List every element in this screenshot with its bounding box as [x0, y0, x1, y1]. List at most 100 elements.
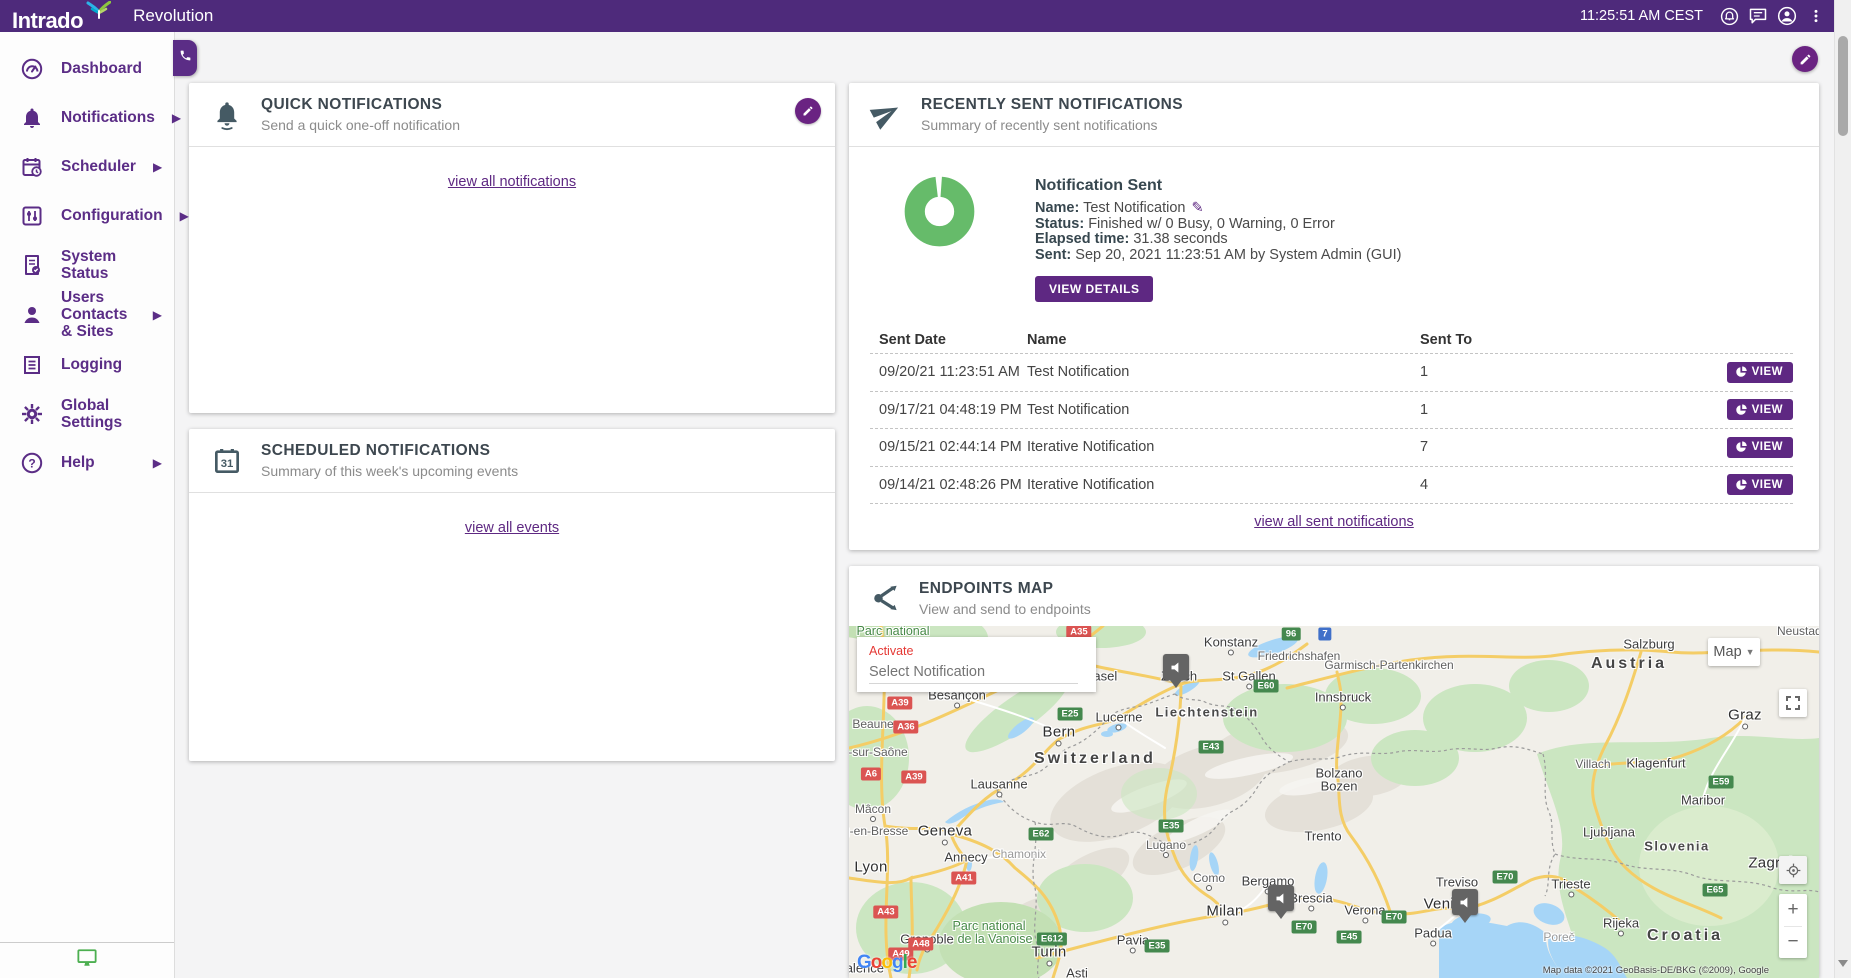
zoom-control: + − [1779, 894, 1807, 958]
map-label: Verona [1344, 903, 1385, 918]
map-label: Milan [1206, 903, 1243, 920]
scrollbar-down-arrow[interactable] [1838, 960, 1848, 972]
map-label: Annecy [944, 850, 987, 865]
monitor-icon[interactable] [76, 948, 98, 973]
map-label: Salzburg [1623, 637, 1674, 652]
clock: 11:25:51 AM CEST [1580, 8, 1703, 24]
sidebar-item-system-status[interactable]: System Status [0, 240, 174, 289]
map-label: Klagenfurt [1626, 756, 1685, 771]
notification-sent-info: Sep 20, 2021 11:23:51 AM by System Admin… [1075, 247, 1401, 263]
map-label: Slovenia [1644, 839, 1709, 854]
recently-sent-panel: RECENTLY SENT NOTIFICATIONS Summary of r… [849, 83, 1819, 550]
map-label: Switzerland [1034, 750, 1156, 768]
map-attribution: Map data ©2021 GeoBasis-DE/BKG (©2009), … [1543, 965, 1769, 976]
road-badge: 96 [1282, 628, 1301, 641]
road-badge: E62 [1029, 828, 1054, 841]
sidebar-item-dashboard[interactable]: Dashboard [0, 44, 174, 93]
view-all-notifications-link[interactable]: view all notifications [448, 174, 576, 190]
sidebar-item-logging[interactable]: Logging [0, 340, 174, 389]
edit-name-icon[interactable]: ✎ [1191, 200, 1203, 216]
bell-icon [20, 106, 44, 130]
panel-subtitle: Summary of this week's upcoming events [261, 463, 518, 479]
scrollbar-thumb[interactable] [1838, 36, 1848, 136]
edit-quick-notifications-button[interactable] [795, 98, 821, 124]
alarm-icon[interactable] [1718, 5, 1740, 27]
kebab-menu-icon[interactable] [1805, 5, 1827, 27]
view-button[interactable]: VIEW [1727, 437, 1793, 458]
speaker-icon [1274, 891, 1289, 906]
endpoint-speaker-marker[interactable] [1163, 654, 1189, 680]
sent-to-cell: 1 [1420, 402, 1660, 418]
scheduled-notifications-panel: 31 SCHEDULED NOTIFICATIONS Summary of th… [189, 429, 835, 761]
map-label: Neustadt [1777, 626, 1819, 638]
col-sent-date: Sent Date [870, 332, 1027, 348]
sidebar-item-notifications[interactable]: Notifications ▶ [0, 93, 174, 142]
sidebar-item-scheduler[interactable]: Scheduler ▶ [0, 142, 174, 191]
google-logo[interactable]: Google [857, 952, 916, 974]
map-label: Lucerne [1096, 710, 1143, 725]
notification-detail: Notification Sent Name: Test Notificatio… [1035, 177, 1401, 302]
view-all-events-link[interactable]: view all events [465, 520, 559, 536]
view-button[interactable]: VIEW [1727, 399, 1793, 420]
dragonfly-icon [85, 1, 111, 24]
account-icon[interactable] [1776, 5, 1798, 27]
endpoint-speaker-marker[interactable] [1268, 885, 1294, 911]
quick-call-tab[interactable] [173, 40, 197, 76]
topbar: Intrado Revolution 11:25:51 AM CEST [0, 0, 1851, 32]
endpoint-speaker-marker[interactable] [1452, 889, 1478, 915]
table-row: 09/15/21 02:44:14 PM Iterative Notificat… [870, 429, 1793, 467]
view-button[interactable]: VIEW [1727, 474, 1793, 495]
sidebar: Dashboard Notifications ▶ Scheduler ▶ Co… [0, 32, 175, 978]
map-type-button[interactable]: Map▼ [1708, 638, 1760, 666]
zoom-in-button[interactable]: + [1779, 894, 1807, 926]
sidebar-item-label: Notifications [61, 109, 155, 126]
road-badge: E45 [1337, 931, 1362, 944]
sent-notifications-table: Sent Date Name Sent To 09/20/21 11:23:51… [870, 326, 1793, 504]
road-badge: E612 [1037, 933, 1067, 946]
sidebar-item-users-contacts-sites[interactable]: Users Contacts & Sites ▶ [0, 289, 174, 340]
send-icon [871, 99, 903, 131]
help-icon: ? [20, 451, 44, 475]
sidebar-item-global-settings[interactable]: Global Settings [0, 389, 174, 438]
map-label: Bolzano [1316, 766, 1363, 781]
panel-subtitle: View and send to endpoints [919, 601, 1091, 617]
map-label: Asti [1066, 966, 1088, 978]
svg-text:?: ? [28, 456, 35, 470]
pie-chart-icon [1735, 404, 1747, 416]
sidebar-item-label: Global Settings [61, 397, 166, 431]
page-scrollbar[interactable] [1834, 0, 1851, 978]
view-all-sent-notifications-link[interactable]: view all sent notifications [1254, 514, 1414, 530]
map-label: de la Vanoise [958, 932, 1033, 946]
edit-dashboard-button[interactable] [1792, 46, 1818, 72]
map-label: Trieste [1551, 877, 1590, 892]
road-badge: E43 [1199, 741, 1224, 754]
sidebar-nav: Dashboard Notifications ▶ Scheduler ▶ Co… [0, 32, 174, 487]
sidebar-item-label: System Status [61, 248, 166, 282]
sidebar-item-configuration[interactable]: Configuration ▶ [0, 191, 174, 240]
select-notification-input[interactable]: Select Notification [869, 664, 1078, 684]
zoom-out-button[interactable]: − [1779, 927, 1807, 959]
my-location-button[interactable] [1779, 856, 1807, 884]
activate-label: Activate [869, 644, 1084, 658]
road-badge: E60 [1254, 680, 1279, 693]
fullscreen-button[interactable] [1779, 689, 1807, 717]
pie-chart-icon [1735, 441, 1747, 453]
col-sent-to: Sent To [1420, 332, 1660, 348]
logging-icon [20, 353, 44, 377]
view-button[interactable]: VIEW [1727, 362, 1793, 383]
chevron-right-icon: ▶ [153, 456, 162, 470]
notification-elapsed: 31.38 seconds [1133, 231, 1227, 247]
map-label: Rijeka [1603, 916, 1639, 931]
chat-icon[interactable] [1747, 5, 1769, 27]
panel-subtitle: Send a quick one-off notification [261, 117, 460, 133]
sent-to-cell: 1 [1420, 364, 1660, 380]
table-row: 09/17/21 04:48:19 PM Test Notification 1… [870, 392, 1793, 430]
map-canvas[interactable]: Parc nationalKonstanzFriedrichshafenSt G… [849, 626, 1819, 978]
intrado-logo[interactable]: Intrado [12, 1, 111, 32]
sidebar-item-help[interactable]: ? Help ▶ [0, 438, 174, 487]
road-badge: E25 [1058, 708, 1083, 721]
map-label: St Gallen [1222, 669, 1275, 684]
view-details-button[interactable]: VIEW DETAILS [1035, 276, 1153, 302]
road-badge: A48 [908, 938, 933, 951]
chevron-right-icon: ▶ [153, 308, 162, 322]
